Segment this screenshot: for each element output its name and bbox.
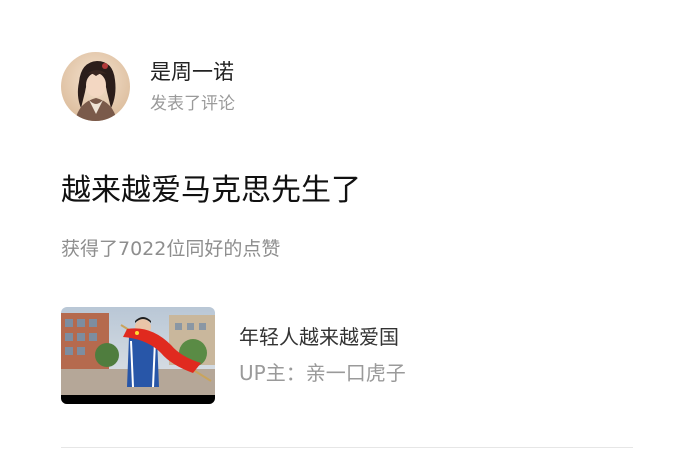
author-name[interactable]: 是周一诺 <box>150 58 235 86</box>
video-meta: 年轻人越来越爱国 UP主：亲一口虎子 <box>239 323 406 387</box>
comment-text: 越来越爱马克思先生了 <box>61 173 361 208</box>
comment-header: 是周一诺 发表了评论 <box>61 52 235 121</box>
video-thumbnail-image <box>61 306 215 404</box>
video-uploader[interactable]: UP主：亲一口虎子 <box>239 359 406 387</box>
avatar[interactable] <box>61 52 130 121</box>
video-title[interactable]: 年轻人越来越爱国 <box>239 323 406 351</box>
video-thumbnail[interactable] <box>61 306 215 404</box>
avatar-image <box>61 52 130 121</box>
like-count-text: 获得了7022位同好的点赞 <box>61 238 281 260</box>
author-meta: 是周一诺 发表了评论 <box>150 58 235 115</box>
author-action: 发表了评论 <box>150 94 235 114</box>
divider <box>61 447 633 448</box>
video-card[interactable]: 年轻人越来越爱国 UP主：亲一口虎子 <box>61 306 621 404</box>
